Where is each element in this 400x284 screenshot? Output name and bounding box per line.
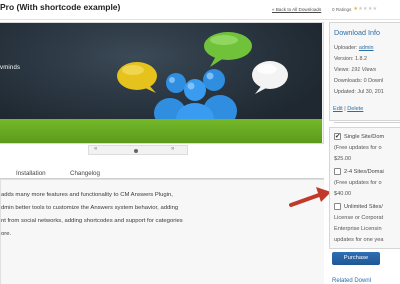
downloads-line: Downloads: 0 Downl: [334, 78, 384, 84]
product-banner-image: vminds: [0, 23, 322, 119]
edit-delete-links: Edit | Delete: [333, 106, 363, 112]
link-separator: |: [344, 106, 346, 112]
white-speech-bubble-icon: [252, 61, 288, 94]
views-count: 191 Views: [351, 67, 377, 73]
pricing-panel: Single Site/Dom (Free updates for o $25.…: [329, 127, 400, 249]
back-to-downloads-link[interactable]: « Back to All Downloads: [272, 7, 321, 12]
version-line: Version: 1.8.2: [334, 56, 367, 62]
updated-line: Updated: Jul 30, 201: [334, 89, 384, 95]
views-line: Views: 191 Views: [334, 67, 376, 73]
ratings-count: 0 Ratings: [332, 6, 352, 12]
tab-changelog[interactable]: Changelog: [70, 168, 100, 179]
description-text: adds many more features and functionalit…: [1, 192, 173, 198]
uploader-link[interactable]: admin: [359, 45, 374, 51]
unlimited-sites-line: Enterprise Licensin: [334, 226, 382, 232]
single-site-note: (Free updates for o: [334, 145, 382, 151]
delete-link[interactable]: Delete: [347, 106, 363, 112]
description-panel: adds many more features and functionalit…: [0, 179, 324, 284]
unlimited-sites-line: License or Corporat: [334, 215, 384, 221]
description-text: nt from social networks, adding shortcod…: [1, 218, 183, 224]
rating-stars[interactable]: ★★★★★: [353, 6, 377, 12]
description-text: dmin better tools to customize the Answe…: [1, 205, 179, 211]
uploader-line: Uploader: admin: [334, 45, 374, 51]
unlimited-sites-checkbox[interactable]: [334, 203, 341, 210]
single-site-price: $25.00: [334, 156, 352, 162]
uploader-label: Uploader:: [334, 45, 358, 51]
edit-link[interactable]: Edit: [333, 106, 343, 112]
multi-site-note: (Free updates for o: [334, 180, 382, 186]
download-info-title: Download Info: [334, 28, 380, 37]
slider-navigation: « »: [88, 145, 188, 155]
views-label: Views:: [334, 67, 350, 73]
multi-site-price: $40.00: [334, 191, 352, 197]
unlimited-sites-label: Unlimited Sites/: [344, 204, 383, 210]
page-title: Pro (With shortcode example): [0, 2, 121, 12]
page-header: Pro (With shortcode example) « Back to A…: [0, 0, 400, 20]
green-speech-bubble-icon: [204, 32, 252, 67]
blue-people-icon: [154, 69, 237, 119]
red-arrow-icon: [289, 187, 331, 207]
slider-next-button[interactable]: »: [171, 146, 174, 152]
slider-prev-button[interactable]: «: [94, 146, 97, 152]
yellow-speech-bubble-icon: [117, 62, 157, 93]
unlimited-sites-line: updates for one yea: [334, 237, 384, 243]
ratings: 0 Ratings ★★★★★: [332, 6, 377, 12]
people-chat-illustration: [117, 32, 288, 119]
banner-green-stripe: [0, 119, 322, 143]
multi-site-checkbox[interactable]: [334, 168, 341, 175]
multi-site-label: 2-4 Sites/Domai: [344, 169, 384, 175]
tab-installation[interactable]: Installation: [16, 168, 46, 179]
header-divider: [0, 19, 400, 20]
tab-bar: Installation Changelog: [0, 168, 324, 179]
slider-dot-indicator[interactable]: [134, 149, 138, 153]
single-site-checkbox[interactable]: [334, 132, 341, 140]
description-text: ore.: [1, 231, 12, 237]
info-divider: [334, 122, 400, 123]
star-icon[interactable]: ★: [373, 6, 378, 12]
related-downloads-title: Related Downl: [332, 278, 372, 284]
single-site-label: Single Site/Dom: [344, 134, 385, 140]
purchase-button[interactable]: Purchase: [332, 252, 380, 265]
